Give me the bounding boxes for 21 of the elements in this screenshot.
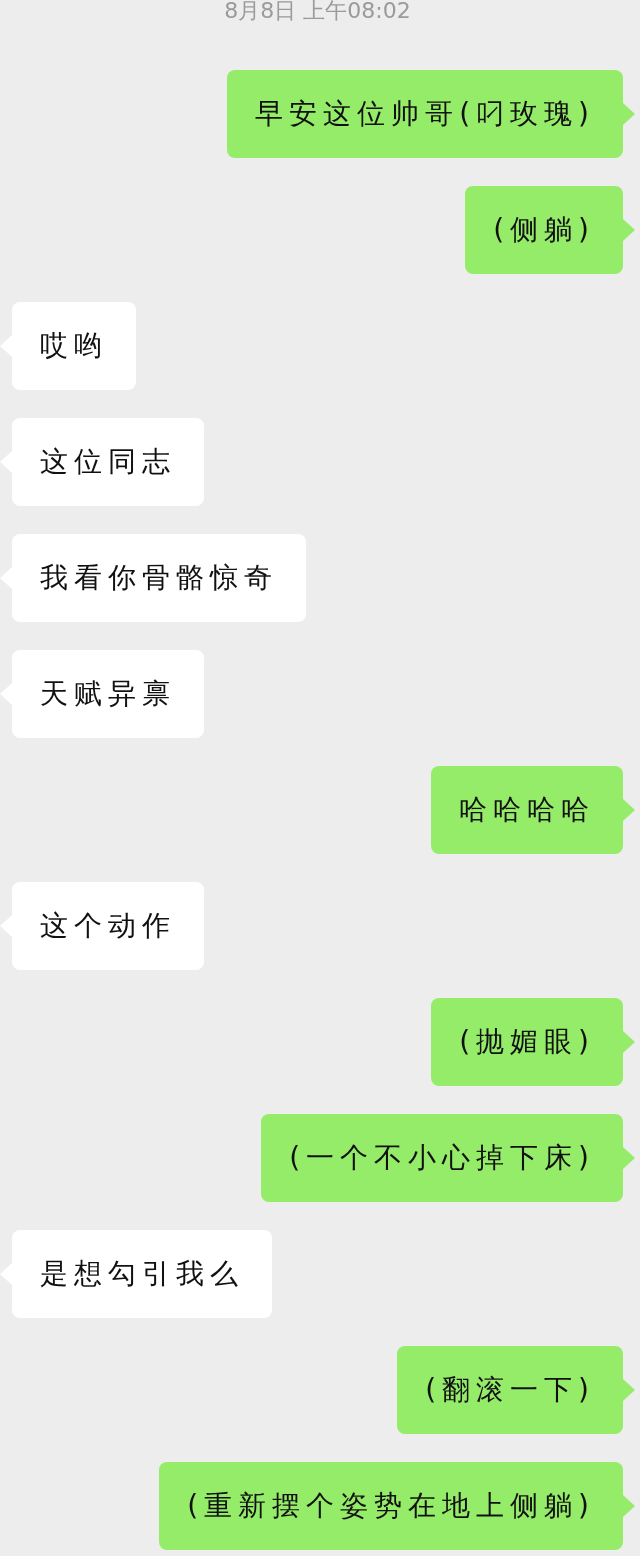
- bubble-tail: [623, 799, 635, 821]
- timestamp: 8月8日 上午08:02: [224, 0, 411, 25]
- bubble-tail: [623, 1495, 635, 1517]
- message-bubble: (抛媚眼): [431, 998, 623, 1086]
- bubble-tail: [623, 1147, 635, 1169]
- bubble-tail: [623, 1379, 635, 1401]
- message-bubble: (重新摆个姿势在地上侧躺): [159, 1462, 623, 1550]
- message-bubble: (侧躺): [465, 186, 623, 274]
- message-bubble: 这个动作: [12, 882, 204, 970]
- bubble-tail: [623, 1031, 635, 1053]
- bubble-tail: [623, 103, 635, 125]
- message-bubble: 是想勾引我么: [12, 1230, 272, 1318]
- message-bubble: 这位同志: [12, 418, 204, 506]
- message-bubble: 天赋异禀: [12, 650, 204, 738]
- message-bubble: 哎哟: [12, 302, 136, 390]
- bubble-tail: [623, 219, 635, 241]
- message-bubble: (一个不小心掉下床): [261, 1114, 623, 1202]
- message-bubble: 我看你骨骼惊奇: [12, 534, 306, 622]
- message-bubble: (翻滚一下): [397, 1346, 623, 1434]
- message-bubble: 哈哈哈哈: [431, 766, 623, 854]
- message-bubble: 早安这位帅哥(叼玫瑰): [227, 70, 623, 158]
